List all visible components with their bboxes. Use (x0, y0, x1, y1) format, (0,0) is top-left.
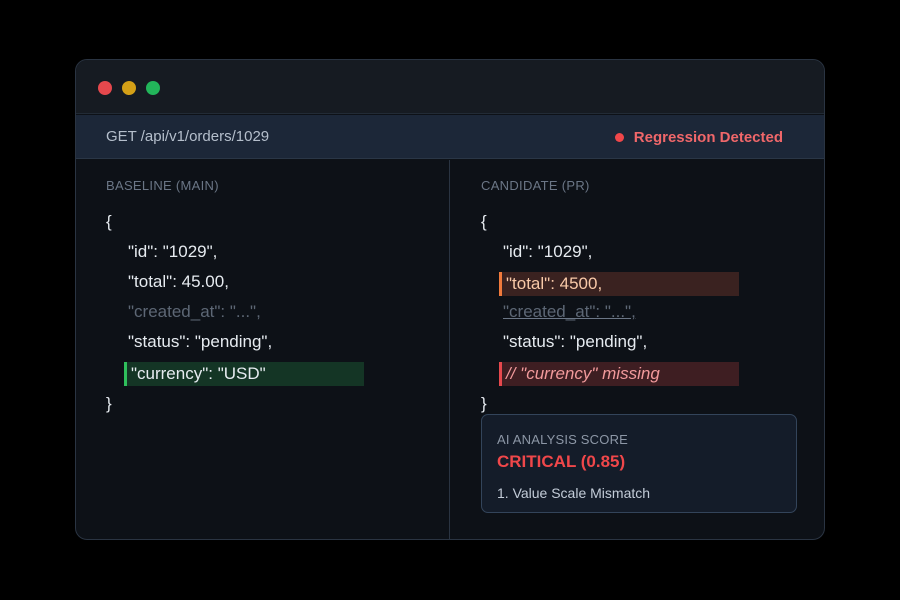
baseline-close-brace: } (106, 394, 112, 413)
baseline-line-total: "total": 45.00, (128, 272, 229, 291)
analysis-item: 1. Value Scale Mismatch (497, 485, 651, 501)
baseline-title: BASELINE (MAIN) (106, 178, 219, 193)
title-bar (76, 60, 824, 114)
maximize-dot-icon[interactable] (146, 81, 160, 95)
candidate-line-created-at: "created_at": "...", (503, 302, 636, 321)
candidate-line-currency-missing: // "currency" missing (499, 362, 739, 386)
candidate-open-brace: { (481, 212, 487, 231)
candidate-line-total-changed: "total": 4500, (499, 272, 739, 296)
alert-dot-icon (614, 132, 624, 142)
baseline-line-status: "status": "pending", (128, 332, 273, 351)
candidate-pane: CANDIDATE (PR) { "id": "1029", "total": … (451, 160, 824, 539)
candidate-line-status: "status": "pending", (503, 332, 648, 351)
baseline-pane: BASELINE (MAIN) { "id": "1029", "total":… (76, 160, 450, 539)
request-bar: GET /api/v1/orders/1029 Regression Detec… (76, 115, 824, 159)
api-diff-window: GET /api/v1/orders/1029 Regression Detec… (75, 59, 825, 540)
minimize-dot-icon[interactable] (122, 81, 136, 95)
regression-status: Regression Detected (614, 115, 783, 159)
baseline-line-id: "id": "1029", (128, 242, 218, 261)
baseline-line-currency-added: "currency": "USD" (124, 362, 364, 386)
ai-analysis-card[interactable]: AI ANALYSIS SCORE CRITICAL (0.85) 1. Val… (481, 414, 797, 513)
analysis-label: AI ANALYSIS SCORE (497, 432, 629, 447)
candidate-title: CANDIDATE (PR) (481, 178, 590, 193)
candidate-close-brace: } (481, 394, 487, 413)
baseline-line-created-at: "created_at": "...", (128, 302, 261, 321)
endpoint-label: GET /api/v1/orders/1029 (106, 128, 270, 145)
close-dot-icon[interactable] (98, 81, 112, 95)
candidate-line-id: "id": "1029", (503, 242, 593, 261)
analysis-score: CRITICAL (0.85) (497, 452, 626, 471)
baseline-open-brace: { (106, 212, 112, 231)
status-label: Regression Detected (633, 128, 783, 146)
